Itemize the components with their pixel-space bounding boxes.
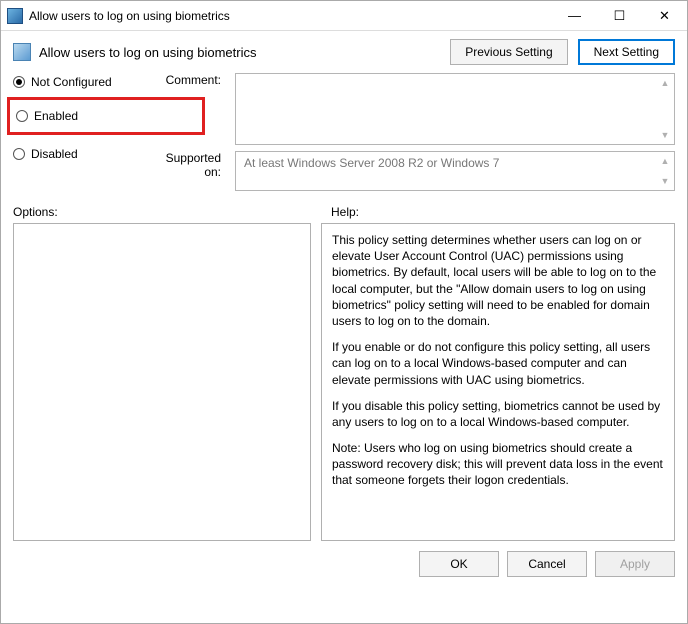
apply-button[interactable]: Apply <box>595 551 675 577</box>
radio-circle-icon <box>13 76 25 88</box>
enabled-highlight: Enabled <box>7 97 205 135</box>
help-paragraph: If you enable or do not configure this p… <box>332 339 664 388</box>
state-radio-group: Not Configured Enabled Disabled <box>13 73 147 164</box>
maximize-button[interactable]: ☐ <box>597 1 642 30</box>
policy-icon <box>13 43 31 61</box>
radio-label: Not Configured <box>31 75 112 89</box>
supported-on-label: Supported on: <box>155 151 227 179</box>
comment-label: Comment: <box>155 73 227 87</box>
radio-disabled[interactable]: Disabled <box>13 135 147 164</box>
app-icon <box>7 8 23 24</box>
chevron-up-icon[interactable]: ▲ <box>658 76 672 90</box>
help-label: Help: <box>331 205 359 219</box>
options-panel <box>13 223 311 541</box>
radio-not-configured[interactable]: Not Configured <box>13 75 147 97</box>
next-setting-button[interactable]: Next Setting <box>578 39 675 65</box>
options-label: Options: <box>13 205 331 219</box>
minimize-button[interactable]: — <box>552 1 597 30</box>
radio-label: Disabled <box>31 147 78 161</box>
chevron-down-icon: ▼ <box>658 174 672 188</box>
ok-button[interactable]: OK <box>419 551 499 577</box>
radio-circle-icon <box>13 148 25 160</box>
comment-textarea[interactable]: ▲ ▼ <box>235 73 675 145</box>
supported-on-text: At least Windows Server 2008 R2 or Windo… <box>235 151 675 191</box>
radio-enabled[interactable]: Enabled <box>16 106 196 126</box>
cancel-button[interactable]: Cancel <box>507 551 587 577</box>
previous-setting-button[interactable]: Previous Setting <box>450 39 567 65</box>
help-panel: This policy setting determines whether u… <box>321 223 675 541</box>
dialog-footer: OK Cancel Apply <box>1 541 687 587</box>
radio-circle-icon <box>16 110 28 122</box>
chevron-up-icon: ▲ <box>658 154 672 168</box>
close-button[interactable]: ✕ <box>642 1 687 30</box>
help-paragraph: This policy setting determines whether u… <box>332 232 664 329</box>
help-paragraph: If you disable this policy setting, biom… <box>332 398 664 430</box>
policy-title: Allow users to log on using biometrics <box>39 45 450 60</box>
title-bar: Allow users to log on using biometrics —… <box>1 1 687 31</box>
supported-on-value: At least Windows Server 2008 R2 or Windo… <box>244 156 499 170</box>
chevron-down-icon[interactable]: ▼ <box>658 128 672 142</box>
help-paragraph: Note: Users who log on using biometrics … <box>332 440 664 489</box>
radio-label: Enabled <box>34 109 78 123</box>
window-title: Allow users to log on using biometrics <box>29 9 552 23</box>
